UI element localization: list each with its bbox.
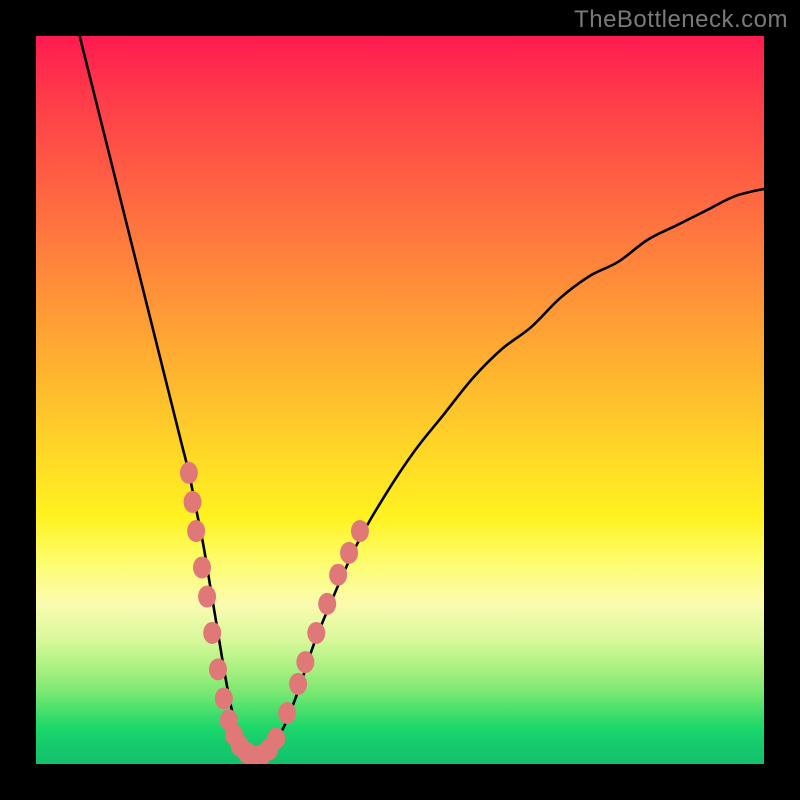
curve-marker [193,556,211,578]
curve-marker [278,702,296,724]
curve-marker [329,564,347,586]
curve-marker [198,586,216,608]
curve-marker [187,520,205,542]
curve-marker [180,462,198,484]
curve-marker [209,658,227,680]
curve-marker [267,728,285,750]
chart-svg [36,36,764,764]
curve-marker [184,491,202,513]
curve-markers [180,462,369,764]
curve-marker [203,622,221,644]
watermark-text: TheBottleneck.com [574,6,788,34]
chart-frame: TheBottleneck.com [0,0,800,800]
curve-marker [296,651,314,673]
bottleneck-curve [80,36,764,758]
curve-marker [318,593,336,615]
plot-area [36,36,764,764]
curve-marker [340,542,358,564]
curve-marker [215,687,233,709]
curve-marker [307,622,325,644]
curve-marker [289,673,307,695]
curve-marker [351,520,369,542]
